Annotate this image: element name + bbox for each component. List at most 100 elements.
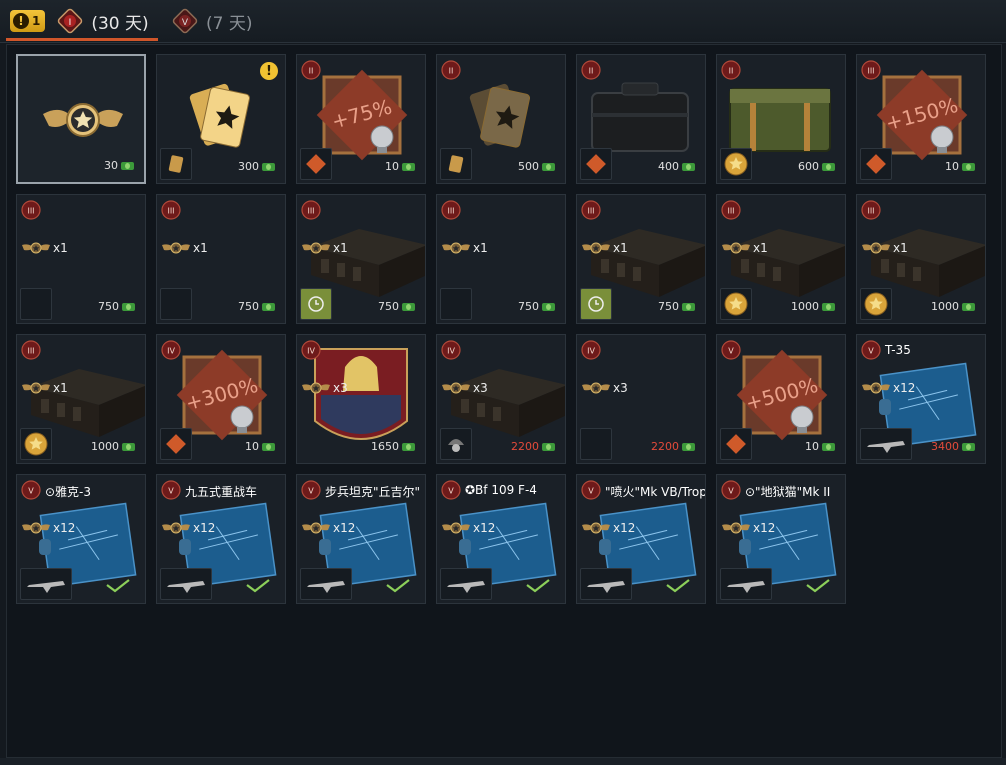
reward-item[interactable]: III x1 1000 <box>16 334 146 464</box>
tab-label: (7 天) <box>206 13 253 34</box>
reward-item[interactable]: III x1 1000 <box>856 194 986 324</box>
vehicle-silhouette-icon <box>307 581 345 593</box>
reward-item[interactable]: III x1 750 <box>436 194 566 324</box>
svg-text:V: V <box>308 487 314 496</box>
price-value: 3400 <box>931 440 959 453</box>
golden-eagle-icon <box>822 302 835 311</box>
price-value: 2200 <box>511 440 539 453</box>
rank-iii-icon: III <box>161 200 181 220</box>
timer-slot <box>580 288 612 320</box>
price-value: 750 <box>238 300 259 313</box>
svg-text:V: V <box>588 487 594 496</box>
wings-emblem-icon <box>582 522 610 534</box>
item-quantity: x1 <box>333 241 348 255</box>
price-value: 10 <box>945 160 959 173</box>
vehicle-slot <box>860 428 912 460</box>
wings-emblem-icon <box>862 382 890 394</box>
empty-slot <box>20 288 52 320</box>
price-value: 10 <box>385 160 399 173</box>
booster-diamond-icon <box>866 154 886 174</box>
reward-item[interactable]: V ✪Bf 109 F-4 x12 <box>436 474 566 604</box>
golden-eagle-icon <box>682 302 695 311</box>
booster-diamond-icon <box>306 154 326 174</box>
golden-eagle-icon <box>962 162 975 171</box>
empty-slot <box>440 288 472 320</box>
price-tag: 1000 <box>931 300 975 313</box>
top-tab-bar: ! 1 I (30 天) V (7 天) <box>0 0 1006 43</box>
star-medal-icon <box>24 432 48 456</box>
cards-slot <box>440 148 472 180</box>
rank-ii-icon: II <box>581 60 601 80</box>
timer-slot <box>300 288 332 320</box>
rank-v-icon: V <box>581 480 601 500</box>
reward-item[interactable]: IV x3 1650 <box>296 334 426 464</box>
reward-item[interactable]: III x1 750 <box>156 194 286 324</box>
reward-item[interactable]: IV x3 2200 <box>436 334 566 464</box>
vehicle-silhouette-icon <box>587 581 625 593</box>
rank-v-icon: V <box>441 480 461 500</box>
vehicle-silhouette-icon <box>727 581 765 593</box>
reward-item[interactable]: +75% II 10 <box>296 54 426 184</box>
price-tag: 500 <box>518 160 555 173</box>
reward-item[interactable]: III x1 1000 <box>716 194 846 324</box>
item-quantity: x3 <box>613 381 628 395</box>
price-tag: 2200 <box>511 440 555 453</box>
reward-item[interactable]: +500% V 10 <box>716 334 846 464</box>
item-quantity: x3 <box>333 381 348 395</box>
booster-diamond-icon <box>726 434 746 454</box>
empty-slot <box>580 428 612 460</box>
wings-emblem-icon <box>582 242 610 254</box>
svg-text:V: V <box>868 347 874 356</box>
booster-diamond-icon <box>586 154 606 174</box>
svg-text:I: I <box>69 18 72 28</box>
reward-item[interactable]: +150% III 10 <box>856 54 986 184</box>
item-quantity: x12 <box>613 521 636 535</box>
item-quantity: x1 <box>613 241 628 255</box>
golden-eagle-icon <box>682 442 695 451</box>
wings-emblem-icon <box>442 242 470 254</box>
wings-emblem-icon <box>582 382 610 394</box>
golden-eagle-icon <box>402 302 415 311</box>
reward-item[interactable]: II 500 <box>436 54 566 184</box>
golden-eagle-icon <box>822 442 835 451</box>
reward-item[interactable]: III x1 750 <box>576 194 706 324</box>
reward-item[interactable]: +300% IV 10 <box>156 334 286 464</box>
reward-item[interactable]: ! 300 <box>156 54 286 184</box>
tab-30-days[interactable]: ! 1 I (30 天) <box>10 6 149 36</box>
reward-item[interactable]: IV x3 2200 <box>576 334 706 464</box>
rank-ii-icon: II <box>721 60 741 80</box>
reward-item[interactable]: II 600 <box>716 54 846 184</box>
reward-item[interactable]: III x1 750 <box>296 194 426 324</box>
checkmark-icon <box>106 579 130 593</box>
reward-item[interactable]: V ⊙雅克-3 x12 <box>16 474 146 604</box>
golden-eagle-icon <box>962 442 975 451</box>
rank-iii-icon: III <box>21 340 41 360</box>
svg-text:III: III <box>447 207 454 216</box>
rank-iii-icon: III <box>721 200 741 220</box>
golden-eagle-icon <box>402 162 415 171</box>
checkmark-icon <box>246 579 270 593</box>
item-name: ⊙"地狱猫"Mk II <box>745 485 831 499</box>
vehicle-slot <box>440 568 492 600</box>
vehicle-slot <box>720 568 772 600</box>
reward-item[interactable]: V ⊙"地狱猫"Mk II x12 <box>716 474 846 604</box>
price-value: 1000 <box>931 300 959 313</box>
reward-item[interactable]: V 步兵坦克"丘吉尔" x12 <box>296 474 426 604</box>
reward-item[interactable]: 30 <box>16 54 146 184</box>
tab-7-days[interactable]: V (7 天) <box>172 6 252 36</box>
item-name: ✪Bf 109 F-4 <box>465 483 537 497</box>
price-tag: 600 <box>798 160 835 173</box>
item-quantity: x12 <box>193 521 216 535</box>
warning-icon: ! <box>260 62 278 80</box>
item-name: ⊙雅克-3 <box>45 485 92 499</box>
reward-item[interactable]: III x1 750 <box>16 194 146 324</box>
reward-item[interactable]: II 400 <box>576 54 706 184</box>
price-tag: 2200 <box>651 440 695 453</box>
reward-item[interactable]: V T-35 x12 3400 <box>856 334 986 464</box>
reward-item[interactable]: V 九五式重战车 x12 <box>156 474 286 604</box>
reward-item[interactable]: V "喷火"Mk VB/Trop x12 <box>576 474 706 604</box>
item-quantity: x12 <box>333 521 356 535</box>
price-value: 30 <box>104 159 118 172</box>
star-slot <box>720 148 752 180</box>
wings-emblem-icon <box>162 522 190 534</box>
